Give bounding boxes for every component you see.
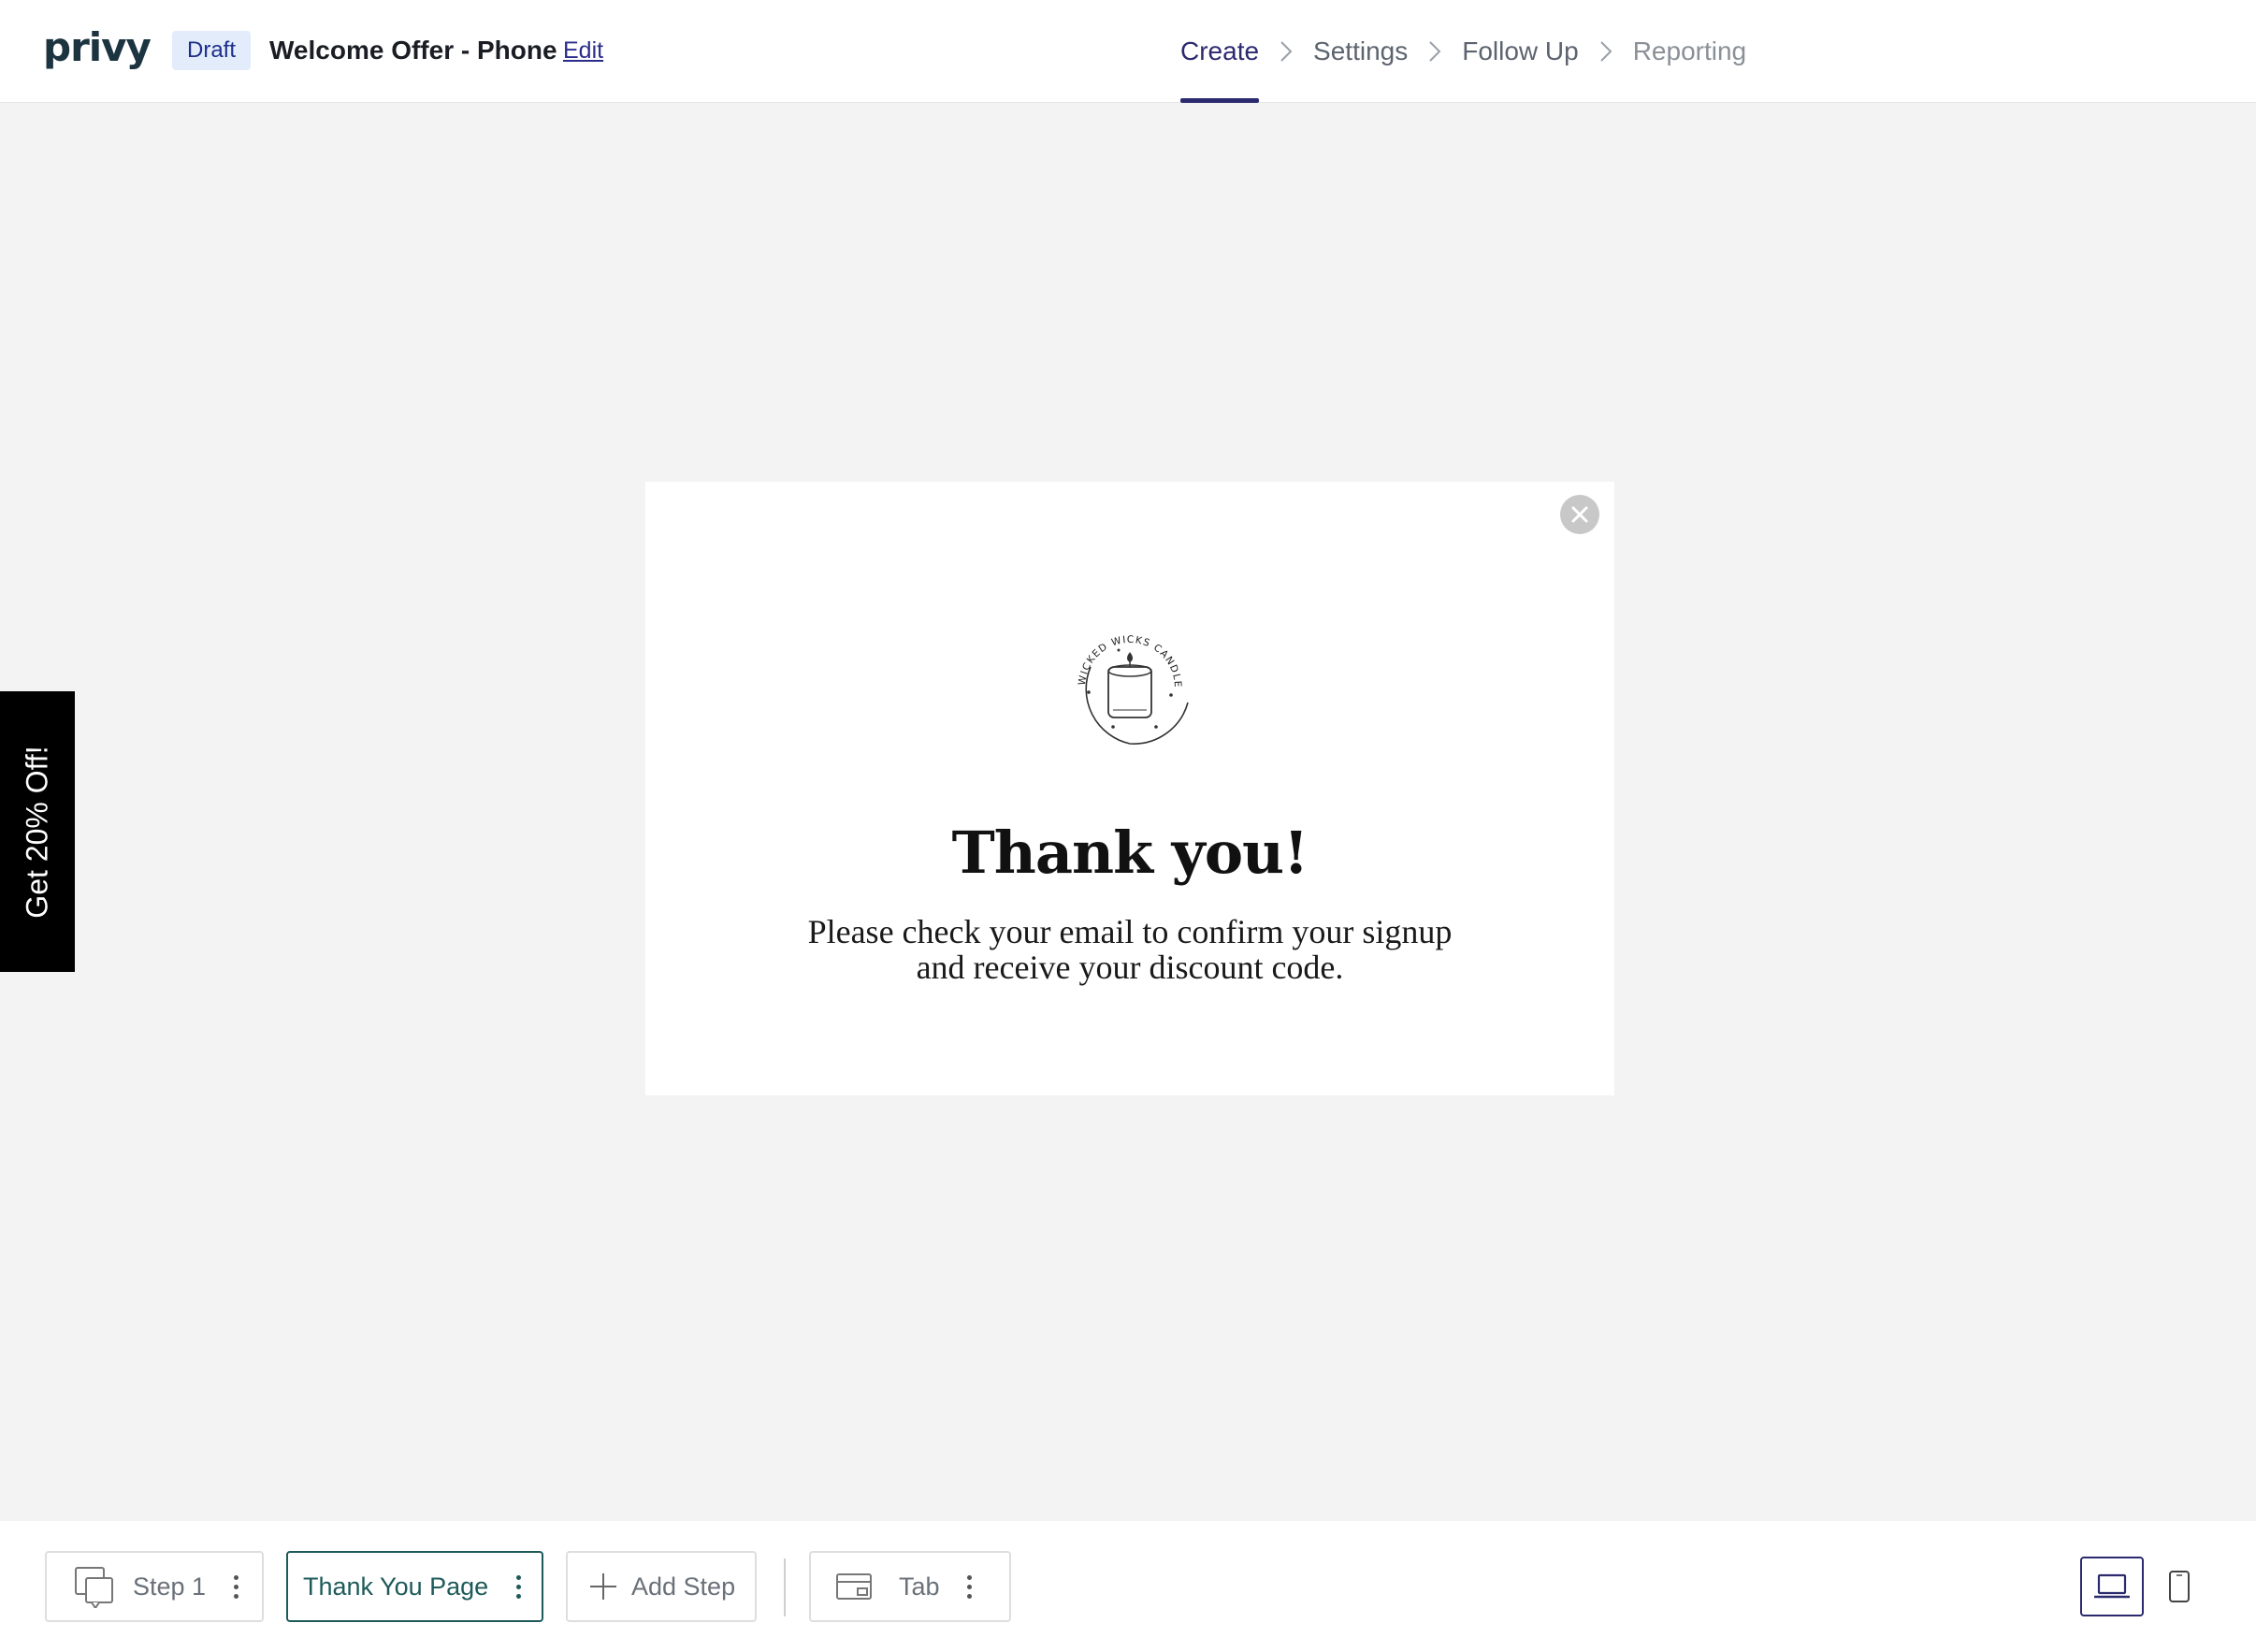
phone-icon bbox=[2169, 1571, 2190, 1602]
candle-logo-icon: WICKED WICKS CANDLE CO. bbox=[1064, 622, 1189, 745]
popup-title: Thank you! bbox=[951, 819, 1309, 887]
more-options-icon[interactable] bbox=[509, 1574, 528, 1599]
tab-icon bbox=[836, 1573, 872, 1600]
step-1-button[interactable]: Step 1 bbox=[45, 1551, 264, 1622]
toolbar-divider bbox=[784, 1558, 786, 1616]
tab-label: Tab bbox=[899, 1572, 940, 1601]
popup-message: Please check your email to confirm your … bbox=[645, 914, 1614, 985]
close-icon bbox=[1571, 506, 1588, 523]
status-badge: Draft bbox=[172, 31, 252, 70]
top-header: privy Draft Welcome Offer - Phone Edit C… bbox=[0, 0, 2256, 103]
more-options-icon[interactable] bbox=[226, 1574, 245, 1599]
svg-text:WICKED WICKS CANDLE CO.: WICKED WICKS CANDLE CO. bbox=[1064, 622, 1183, 688]
step-toolbar: Step 1 Thank You Page Add Step Tab bbox=[0, 1521, 2256, 1652]
edit-title-link[interactable]: Edit bbox=[563, 37, 603, 65]
tab-button[interactable]: Tab bbox=[809, 1551, 1011, 1622]
step-1-label: Step 1 bbox=[133, 1572, 207, 1601]
thank-you-page-button[interactable]: Thank You Page bbox=[286, 1551, 543, 1622]
thank-you-popup: WICKED WICKS CANDLE CO. Thank you! Pleas… bbox=[645, 482, 1614, 1095]
campaign-title: Welcome Offer - Phone bbox=[269, 36, 557, 65]
privy-logo[interactable]: privy bbox=[43, 24, 152, 70]
add-step-button[interactable]: Add Step bbox=[566, 1551, 757, 1622]
laptop-icon bbox=[2094, 1573, 2130, 1599]
popup-message-line: Please check your email to confirm your … bbox=[807, 913, 1453, 950]
step-settings[interactable]: Settings bbox=[1313, 0, 1408, 103]
step-create[interactable]: Create bbox=[1180, 0, 1260, 103]
thank-you-page-label: Thank You Page bbox=[303, 1572, 489, 1601]
mobile-preview-button[interactable] bbox=[2148, 1557, 2211, 1616]
add-step-label: Add Step bbox=[631, 1572, 736, 1601]
close-popup-button[interactable] bbox=[1560, 495, 1599, 534]
chevron-right-icon bbox=[1579, 0, 1633, 103]
side-tab-label: Get 20% Off! bbox=[20, 745, 54, 919]
plus-icon bbox=[590, 1573, 616, 1600]
more-options-icon[interactable] bbox=[961, 1574, 979, 1599]
popup-step-icon bbox=[75, 1567, 113, 1608]
step-reporting[interactable]: Reporting bbox=[1633, 0, 1746, 103]
workflow-steps: Create Settings Follow Up Reporting bbox=[1180, 0, 1746, 103]
chevron-right-icon bbox=[1259, 0, 1313, 103]
offer-side-tab[interactable]: Get 20% Off! bbox=[0, 691, 75, 972]
step-follow-up[interactable]: Follow Up bbox=[1462, 0, 1578, 103]
popup-message-line: and receive your discount code. bbox=[916, 949, 1344, 986]
chevron-right-icon bbox=[1408, 0, 1462, 103]
desktop-preview-button[interactable] bbox=[2080, 1557, 2144, 1616]
